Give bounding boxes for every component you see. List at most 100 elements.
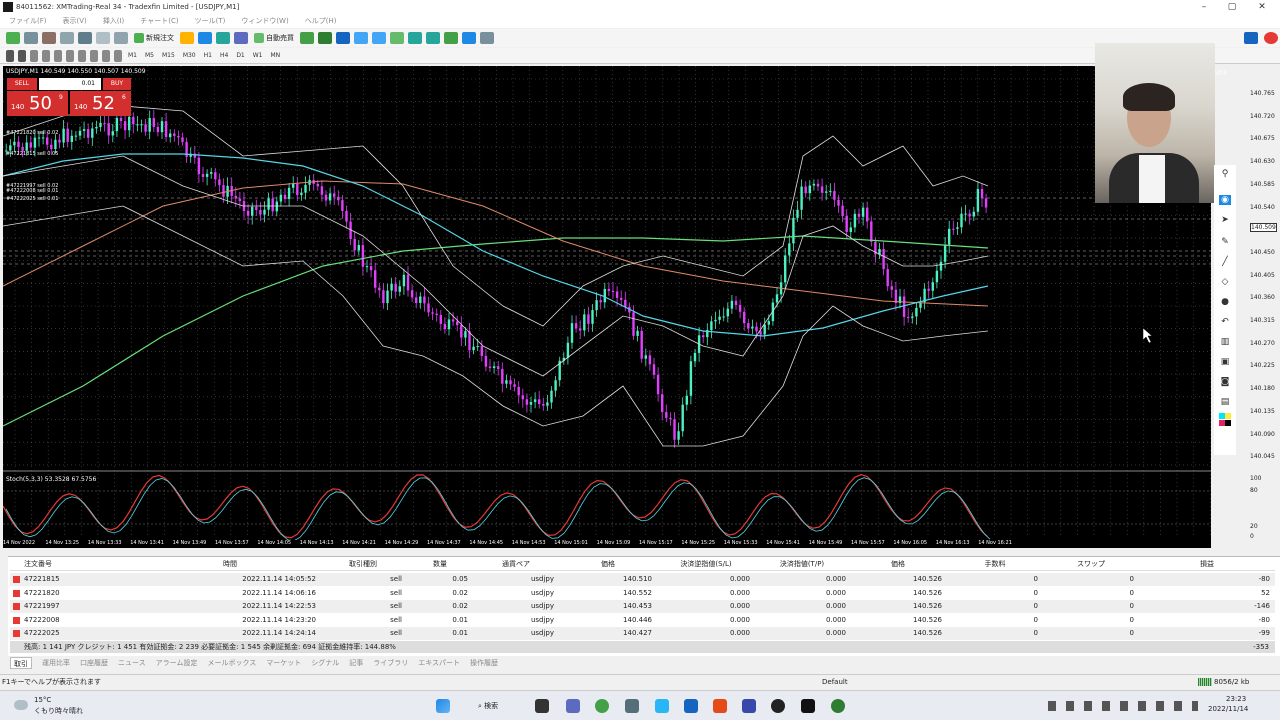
lot-size-input[interactable]: 0.01 <box>39 78 101 90</box>
text-icon[interactable] <box>90 49 98 62</box>
column-header[interactable]: 時間 <box>140 557 320 571</box>
timeframe-m5[interactable]: M5 <box>145 52 154 59</box>
buy-price-box[interactable]: 140 52 6 <box>70 91 131 116</box>
auto-trade-button[interactable]: 自動売買 <box>254 33 294 43</box>
metaeditor-icon[interactable] <box>180 32 194 44</box>
buy-button[interactable]: BUY <box>103 78 131 90</box>
trade-row[interactable]: 47221820 2022.11.14 14:06:16 sell 0.02 usdjp… <box>10 587 1275 600</box>
trade-row[interactable]: 47222025 2022.11.14 14:24:14 sell 0.01 usdjp… <box>10 627 1275 640</box>
data-window-icon[interactable] <box>60 32 74 44</box>
terminal-icon[interactable] <box>96 32 110 44</box>
close-button[interactable]: ✕ <box>1248 0 1276 14</box>
new-order-button[interactable]: 新規注文 <box>134 33 174 43</box>
chart-canvas[interactable] <box>3 66 1211 540</box>
terminal-tab[interactable]: アラーム設定 <box>156 657 198 669</box>
crosshair-icon[interactable] <box>18 49 26 62</box>
terminal-tab[interactable]: ニュース <box>118 657 146 669</box>
column-header[interactable]: 取引種別 <box>320 557 406 571</box>
clipboard-icon[interactable]: ▤ <box>1219 397 1231 407</box>
indicators-icon[interactable] <box>444 32 458 44</box>
column-header[interactable]: 決済逆指値(S/L) <box>658 557 754 571</box>
edge-icon[interactable] <box>655 699 669 713</box>
sell-button[interactable]: SELL <box>7 78 37 90</box>
timeframe-h4[interactable]: H4 <box>220 52 228 59</box>
terminal-tab[interactable]: 運用比率 <box>42 657 70 669</box>
timeframe-h1[interactable]: H1 <box>204 52 212 59</box>
timeframe-mn[interactable]: MN <box>271 52 281 59</box>
fibonacci-icon[interactable] <box>78 49 86 62</box>
candlestick-icon[interactable] <box>318 32 332 44</box>
recording-app-icon[interactable] <box>831 699 845 713</box>
menu-window[interactable]: ウィンドウ(W) <box>241 16 288 26</box>
arrows-icon[interactable] <box>114 49 122 62</box>
file-explorer-icon[interactable] <box>625 699 639 713</box>
at-sign-icon[interactable] <box>742 699 756 713</box>
label-icon[interactable] <box>102 49 110 62</box>
tile-windows-icon[interactable] <box>390 32 404 44</box>
channel-icon[interactable] <box>66 49 74 62</box>
menu-view[interactable]: 表示(V) <box>63 16 87 26</box>
terminal-tab[interactable]: マーケット <box>266 657 301 669</box>
terminal-tab[interactable]: ライブラリ <box>373 657 408 669</box>
trade-row[interactable]: 47221997 2022.11.14 14:22:53 sell 0.02 usdjp… <box>10 600 1275 613</box>
column-header[interactable]: 価格 <box>560 557 656 571</box>
terminal-tab[interactable]: メールボックス <box>207 657 256 669</box>
weather-icon[interactable] <box>14 700 28 710</box>
vps-icon[interactable] <box>234 32 248 44</box>
sell-price-box[interactable]: 140 50 9 <box>7 91 68 116</box>
terminal-tab[interactable]: シグナル <box>311 657 339 669</box>
bar-chart-icon[interactable] <box>300 32 314 44</box>
chat-icon[interactable] <box>566 699 580 713</box>
eraser-icon[interactable]: ◇ <box>1219 277 1231 287</box>
zoom-out-icon[interactable] <box>372 32 386 44</box>
mail-icon[interactable] <box>684 699 698 713</box>
price-chart[interactable]: USDJPY,M1 140.549 140.550 140.507 140.50… <box>3 66 1211 540</box>
column-header[interactable]: 数量 <box>408 557 472 571</box>
taskbar-search[interactable]: ⌕ 検索 <box>470 698 526 714</box>
trade-row[interactable]: 47221815 2022.11.14 14:05:52 sell 0.05 usdjp… <box>10 573 1275 586</box>
xm-icon[interactable] <box>801 699 815 713</box>
column-header[interactable]: 価格 <box>850 557 946 571</box>
trade-row[interactable]: 47222008 2022.11.14 14:23:20 sell 0.01 usdjp… <box>10 614 1275 627</box>
profiles-icon[interactable] <box>24 32 38 44</box>
vertical-line-icon[interactable] <box>30 49 38 62</box>
signals-icon[interactable] <box>198 32 212 44</box>
timeframe-d1[interactable]: D1 <box>236 52 244 59</box>
pointer-icon[interactable]: ➤ <box>1219 215 1231 225</box>
tray-icons[interactable] <box>1048 701 1198 711</box>
task-view-icon[interactable] <box>535 699 549 713</box>
zoom-in-icon[interactable] <box>354 32 368 44</box>
color-black-icon[interactable] <box>1225 420 1231 426</box>
navigator-icon[interactable] <box>78 32 92 44</box>
search-icon[interactable] <box>1244 32 1258 44</box>
office-icon[interactable] <box>713 699 727 713</box>
notification-icon[interactable] <box>1264 32 1278 44</box>
location-app-icon[interactable] <box>771 699 785 713</box>
line-tool-icon[interactable]: ╱ <box>1219 257 1231 267</box>
horizontal-line-icon[interactable] <box>42 49 50 62</box>
market-watch-icon[interactable] <box>42 32 56 44</box>
trendline-icon[interactable] <box>54 49 62 62</box>
chart-shift-icon[interactable] <box>426 32 440 44</box>
menu-chart[interactable]: チャート(C) <box>140 16 178 26</box>
undo-icon[interactable]: ↶ <box>1219 317 1231 327</box>
screen-icon[interactable]: ▣ <box>1219 357 1231 367</box>
timeframe-w1[interactable]: W1 <box>253 52 263 59</box>
timeframe-m1[interactable]: M1 <box>128 52 137 59</box>
menu-file[interactable]: ファイル(F) <box>9 16 47 26</box>
column-header[interactable]: スワップ <box>1044 557 1138 571</box>
column-header[interactable]: 通貨ペア <box>474 557 558 571</box>
column-header[interactable]: 手数料 <box>948 557 1042 571</box>
dot-icon[interactable]: ● <box>1219 297 1231 307</box>
column-header[interactable]: 決済指値(T/P) <box>754 557 850 571</box>
periods-icon[interactable] <box>462 32 476 44</box>
terminal-tab[interactable]: 操作履歴 <box>470 657 498 669</box>
autoscroll-icon[interactable] <box>408 32 422 44</box>
menu-help[interactable]: ヘルプ(H) <box>305 16 337 26</box>
chrome-icon[interactable] <box>595 699 609 713</box>
timeframe-m30[interactable]: M30 <box>183 52 196 59</box>
timeframe-m15[interactable]: M15 <box>162 52 175 59</box>
cursor-icon[interactable] <box>6 49 14 62</box>
minimize-button[interactable]: – <box>1190 0 1218 14</box>
menu-insert[interactable]: 挿入(I) <box>103 16 125 26</box>
